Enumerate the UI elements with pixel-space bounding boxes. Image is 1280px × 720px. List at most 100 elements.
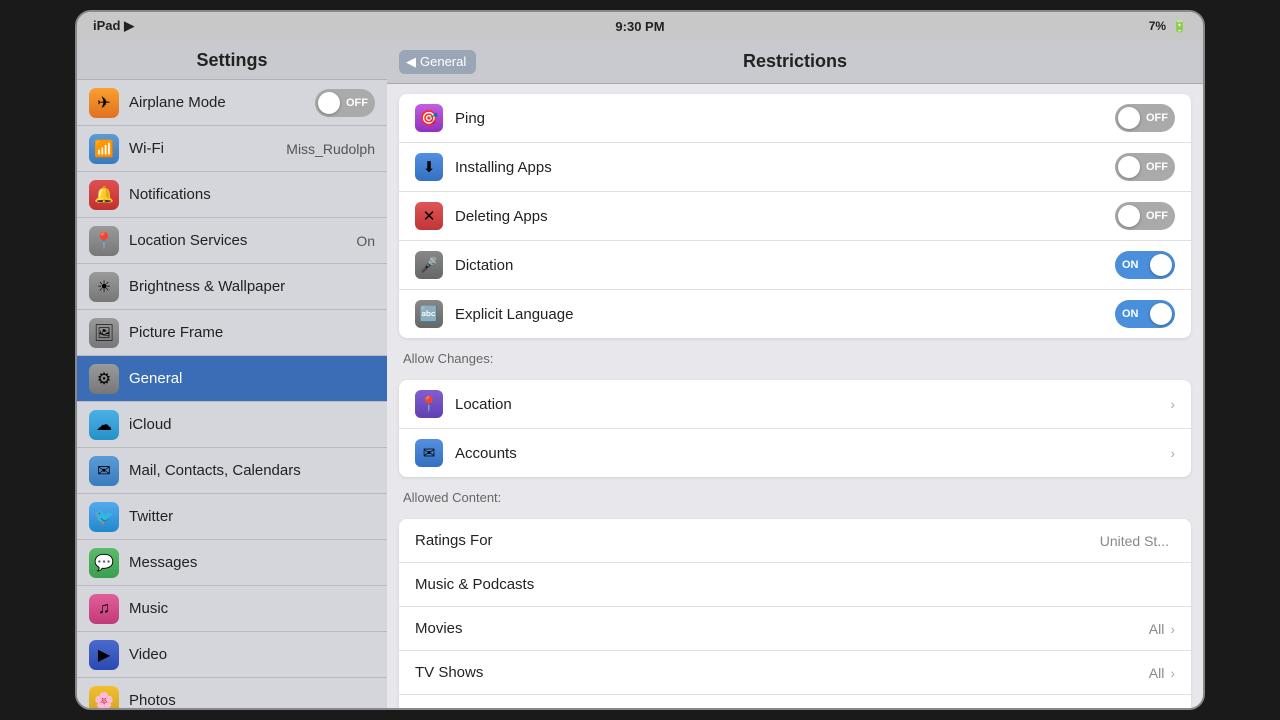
deleting-toggle[interactable]: OFF xyxy=(1115,202,1175,230)
sidebar-item-label: iCloud xyxy=(129,416,375,433)
toggle-off-text: OFF xyxy=(1146,210,1168,222)
location-icon: 📍 xyxy=(89,226,119,256)
sidebar-item-label: Location Services xyxy=(129,232,356,249)
ratings-label: Ratings For xyxy=(415,532,1100,549)
sidebar-item-brightness[interactable]: ☀ Brightness & Wallpaper xyxy=(77,264,387,310)
sidebar-item-label: Picture Frame xyxy=(129,324,375,341)
tvshows-label: TV Shows xyxy=(415,664,1149,681)
toggle-on-text: ON xyxy=(1122,259,1139,271)
music-podcasts-label: Music & Podcasts xyxy=(415,576,1175,593)
toggle-on-text: ON xyxy=(1122,308,1139,320)
brightness-icon: ☀ xyxy=(89,272,119,302)
toggle-knob xyxy=(1118,205,1140,227)
restriction-row-installing[interactable]: ⬇ Installing Apps OFF xyxy=(399,143,1191,192)
location-value: On xyxy=(356,233,375,249)
ping-label: Ping xyxy=(455,110,1115,127)
airplane-toggle[interactable]: OFF xyxy=(315,89,375,117)
location-allow-icon: 📍 xyxy=(415,390,443,418)
chevron-icon: › xyxy=(1170,396,1175,412)
sidebar-item-airplane[interactable]: ✈ Airplane Mode OFF xyxy=(77,80,387,126)
sidebar-item-wifi[interactable]: 📶 Wi-Fi Miss_Rudolph xyxy=(77,126,387,172)
sidebar-item-messages[interactable]: 💬 Messages xyxy=(77,540,387,586)
accounts-allow-label: Accounts xyxy=(455,445,1170,462)
general-icon: ⚙ xyxy=(89,364,119,394)
status-time: 9:30 PM xyxy=(615,19,664,34)
sidebar-item-notifications[interactable]: 🔔 Notifications xyxy=(77,172,387,218)
back-chevron: ◀ xyxy=(406,54,416,70)
chevron-icon: › xyxy=(1170,445,1175,461)
notifications-icon: 🔔 xyxy=(89,180,119,210)
music-icon: ♫ xyxy=(89,594,119,624)
ipad-label: iPad ▶ xyxy=(93,18,134,34)
sidebar-item-label: Twitter xyxy=(129,508,375,525)
restriction-row-accounts[interactable]: ✉ Accounts › xyxy=(399,429,1191,477)
ratings-value: United St... xyxy=(1100,533,1169,549)
restriction-row-movies[interactable]: Movies All › xyxy=(399,607,1191,651)
sidebar-item-general[interactable]: ⚙ General xyxy=(77,356,387,402)
allowed-content-section: Ratings For United St... Music & Podcast… xyxy=(399,519,1191,708)
toggle-knob xyxy=(1118,156,1140,178)
back-button[interactable]: ◀ General xyxy=(399,50,476,74)
toggle-knob xyxy=(1118,107,1140,129)
dictation-label: Dictation xyxy=(455,257,1115,274)
restriction-row-apps[interactable]: Apps All › xyxy=(399,695,1191,708)
sidebar-item-label: Messages xyxy=(129,554,375,571)
toggle-off-text: OFF xyxy=(1146,161,1168,173)
battery-label: 7% xyxy=(1149,19,1166,33)
right-panel-title: Restrictions xyxy=(743,51,847,72)
installing-label: Installing Apps xyxy=(455,159,1115,176)
allowed-content-label: Allowed Content: xyxy=(403,490,501,505)
sidebar-item-label: Video xyxy=(129,646,375,663)
toggle-knob xyxy=(1150,254,1172,276)
wifi-icon: 📶 xyxy=(89,134,119,164)
toggle-knob xyxy=(1150,303,1172,325)
sidebar-item-icloud[interactable]: ☁ iCloud xyxy=(77,402,387,448)
video-icon: ▶ xyxy=(89,640,119,670)
deleting-icon: ✕ xyxy=(415,202,443,230)
allowed-content-label-container: Allowed Content: xyxy=(387,487,1203,509)
location-allow-label: Location xyxy=(455,396,1170,413)
restriction-row-ratings[interactable]: Ratings For United St... xyxy=(399,519,1191,563)
airplane-icon: ✈ xyxy=(89,88,119,118)
sidebar-item-label: Brightness & Wallpaper xyxy=(129,278,375,295)
restriction-row-dictation[interactable]: 🎤 Dictation ON xyxy=(399,241,1191,290)
ping-toggle[interactable]: OFF xyxy=(1115,104,1175,132)
sidebar-item-video[interactable]: ▶ Video xyxy=(77,632,387,678)
messages-icon: 💬 xyxy=(89,548,119,578)
installing-icon: ⬇ xyxy=(415,153,443,181)
right-panel: ◀ General Restrictions 🎯 Ping OFF xyxy=(387,40,1203,708)
main-area: Settings ✈ Airplane Mode OFF 📶 Wi-Fi Mis… xyxy=(77,40,1203,708)
twitter-icon: 🐦 xyxy=(89,502,119,532)
right-content: 🎯 Ping OFF ⬇ Installing Apps OFF xyxy=(387,84,1203,708)
dictation-toggle[interactable]: ON xyxy=(1115,251,1175,279)
accounts-allow-icon: ✉ xyxy=(415,439,443,467)
allow-changes-label: Allow Changes: xyxy=(403,351,493,366)
restriction-row-explicit[interactable]: 🔤 Explicit Language ON xyxy=(399,290,1191,338)
sidebar-item-location[interactable]: 📍 Location Services On xyxy=(77,218,387,264)
allow-changes-section: 📍 Location › ✉ Accounts › xyxy=(399,380,1191,477)
sidebar-item-twitter[interactable]: 🐦 Twitter xyxy=(77,494,387,540)
sidebar-item-photos[interactable]: 🌸 Photos xyxy=(77,678,387,708)
sidebar-item-mail[interactable]: ✉ Mail, Contacts, Calendars xyxy=(77,448,387,494)
installing-toggle[interactable]: OFF xyxy=(1115,153,1175,181)
sidebar-item-label: Wi-Fi xyxy=(129,140,286,157)
restriction-row-deleting[interactable]: ✕ Deleting Apps OFF xyxy=(399,192,1191,241)
ping-icon: 🎯 xyxy=(415,104,443,132)
restriction-row-tvshows[interactable]: TV Shows All › xyxy=(399,651,1191,695)
status-right: 7% 🔋 xyxy=(1149,19,1187,33)
allow-changes-label-container: Allow Changes: xyxy=(387,348,1203,370)
sidebar-item-music[interactable]: ♫ Music xyxy=(77,586,387,632)
restriction-row-location[interactable]: 📍 Location › xyxy=(399,380,1191,429)
explicit-toggle[interactable]: ON xyxy=(1115,300,1175,328)
sidebar-item-label: Airplane Mode xyxy=(129,94,315,111)
dictation-icon: 🎤 xyxy=(415,251,443,279)
tvshows-value: All xyxy=(1149,665,1165,681)
pictureframe-icon: 🖼 xyxy=(89,318,119,348)
toggle-off-text: OFF xyxy=(1146,112,1168,124)
sidebar: Settings ✈ Airplane Mode OFF 📶 Wi-Fi Mis… xyxy=(77,40,387,708)
restriction-row-ping[interactable]: 🎯 Ping OFF xyxy=(399,94,1191,143)
restriction-row-music-podcasts[interactable]: Music & Podcasts xyxy=(399,563,1191,607)
sidebar-item-pictureframe[interactable]: 🖼 Picture Frame xyxy=(77,310,387,356)
explicit-label: Explicit Language xyxy=(455,306,1115,323)
photos-icon: 🌸 xyxy=(89,686,119,709)
